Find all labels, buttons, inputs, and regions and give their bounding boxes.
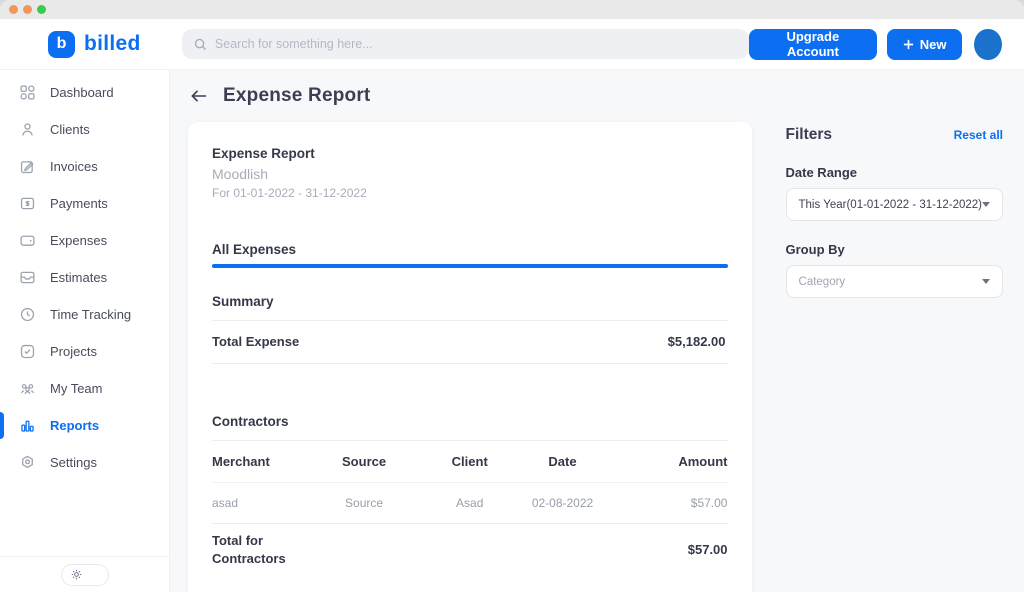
person-icon (19, 121, 36, 138)
clock-icon (19, 306, 36, 323)
sidebar-item-payments[interactable]: Payments (0, 185, 169, 222)
sidebar-item-label: Settings (50, 455, 97, 470)
date-range-label: Date Range (786, 165, 1003, 180)
column-header: Merchant (212, 454, 310, 469)
edit-document-icon (19, 158, 36, 175)
sidebar-item-my-team[interactable]: My Team (0, 370, 169, 407)
report-company: Moodlish (212, 166, 728, 182)
summary-total-label: Total Expense (212, 334, 299, 349)
sidebar-item-clients[interactable]: Clients (0, 111, 169, 148)
sidebar-footer (0, 556, 169, 592)
user-avatar[interactable] (974, 29, 1002, 60)
sidebar-item-label: Expenses (50, 233, 107, 248)
sidebar-item-label: Dashboard (50, 85, 114, 100)
bar-chart-icon (19, 417, 36, 434)
sidebar-item-label: Time Tracking (50, 307, 131, 322)
group-by-label: Group By (786, 242, 1003, 257)
theme-toggle[interactable] (61, 564, 109, 586)
search-input[interactable] (215, 37, 737, 51)
sidebar-item-dashboard[interactable]: Dashboard (0, 74, 169, 111)
sidebar: Dashboard Clients Invoices Payments Expe… (0, 70, 170, 592)
sun-icon (71, 569, 82, 580)
sidebar-item-expenses[interactable]: Expenses (0, 222, 169, 259)
check-square-icon (19, 343, 36, 360)
page-title: Expense Report (223, 85, 370, 107)
dashboard-icon (19, 84, 36, 101)
group-by-select[interactable]: Category (786, 265, 1003, 298)
back-button[interactable] (188, 87, 209, 105)
sidebar-item-label: Invoices (50, 159, 98, 174)
filters-panel: Filters Reset all Date Range This Year(0… (786, 122, 1003, 298)
tab-all-expenses[interactable]: All Expenses (212, 242, 728, 257)
sidebar-item-projects[interactable]: Projects (0, 333, 169, 370)
contractors-section: Contractors Merchant Source Client Date … (212, 414, 728, 577)
summary-row: Total Expense $5,182.00 (212, 321, 728, 364)
wallet-icon (19, 232, 36, 249)
table-row: asad Source Asad 02-08-2022 $57.00 (212, 483, 728, 524)
team-icon (19, 380, 36, 397)
column-header: Amount (604, 454, 728, 469)
sidebar-item-label: Reports (50, 418, 99, 433)
summary-total-value: $5,182.00 (668, 334, 726, 349)
summary-heading: Summary (212, 294, 728, 321)
cell-amount: $57.00 (604, 496, 728, 510)
table-header-row: Merchant Source Client Date Amount (212, 441, 728, 483)
sidebar-item-label: My Team (50, 381, 103, 396)
date-range-value: This Year(01-01-2022 - 31-12-2022) (799, 199, 982, 211)
expense-report-card: Expense Report Moodlish For 01-01-2022 -… (188, 122, 752, 592)
chevron-down-icon (982, 202, 990, 207)
inbox-icon (19, 269, 36, 286)
contractors-heading: Contractors (212, 414, 728, 441)
column-header: Date (521, 454, 603, 469)
cell-merchant: asad (212, 496, 310, 510)
new-button-label: New (920, 37, 947, 52)
brand-name: billed (84, 32, 141, 56)
main-content: Expense Report Expense Report Moodlish F… (170, 70, 1024, 592)
search-bar[interactable] (182, 29, 749, 59)
top-header: b billed Upgrade Account New (0, 19, 1024, 70)
sidebar-item-invoices[interactable]: Invoices (0, 148, 169, 185)
sidebar-item-estimates[interactable]: Estimates (0, 259, 169, 296)
sidebar-item-settings[interactable]: Settings (0, 444, 169, 481)
sidebar-item-label: Estimates (50, 270, 107, 285)
new-button[interactable]: New (887, 29, 963, 60)
window-minimize-button[interactable] (23, 5, 32, 14)
sidebar-item-reports[interactable]: Reports (0, 407, 169, 444)
report-title: Expense Report (212, 146, 728, 161)
brand-logo[interactable]: b billed (48, 31, 180, 58)
cell-source: Source (310, 496, 418, 510)
search-icon (194, 38, 207, 51)
back-arrow-icon (190, 89, 207, 103)
column-header: Client (418, 454, 521, 469)
gear-icon (19, 454, 36, 471)
plus-icon (903, 39, 914, 50)
app-window: b billed Upgrade Account New Dashb (0, 0, 1024, 592)
group-by-value: Category (799, 276, 846, 288)
window-close-button[interactable] (9, 5, 18, 14)
banknote-icon (19, 195, 36, 212)
column-header: Source (310, 454, 418, 469)
upgrade-account-button[interactable]: Upgrade Account (749, 29, 877, 60)
active-indicator (0, 412, 4, 439)
filters-heading: Filters (786, 126, 833, 144)
window-titlebar (0, 0, 1024, 19)
brand-logo-icon: b (48, 31, 75, 58)
report-period: For 01-01-2022 - 31-12-2022 (212, 186, 728, 200)
window-zoom-button[interactable] (37, 5, 46, 14)
contractors-total-value: $57.00 (688, 542, 728, 557)
sidebar-item-label: Projects (50, 344, 97, 359)
contractors-total-row: Total for Contractors $57.00 (212, 524, 728, 577)
sidebar-item-time-tracking[interactable]: Time Tracking (0, 296, 169, 333)
contractors-total-label: Total for Contractors (212, 532, 296, 567)
active-tab-underline (212, 264, 728, 268)
date-range-select[interactable]: This Year(01-01-2022 - 31-12-2022) (786, 188, 1003, 221)
sidebar-item-label: Payments (50, 196, 108, 211)
cell-date: 02-08-2022 (521, 496, 603, 510)
sidebar-item-label: Clients (50, 122, 90, 137)
reset-all-link[interactable]: Reset all (954, 128, 1003, 142)
summary-section: Summary Total Expense $5,182.00 (212, 294, 728, 364)
chevron-down-icon (982, 279, 990, 284)
cell-client: Asad (418, 496, 521, 510)
